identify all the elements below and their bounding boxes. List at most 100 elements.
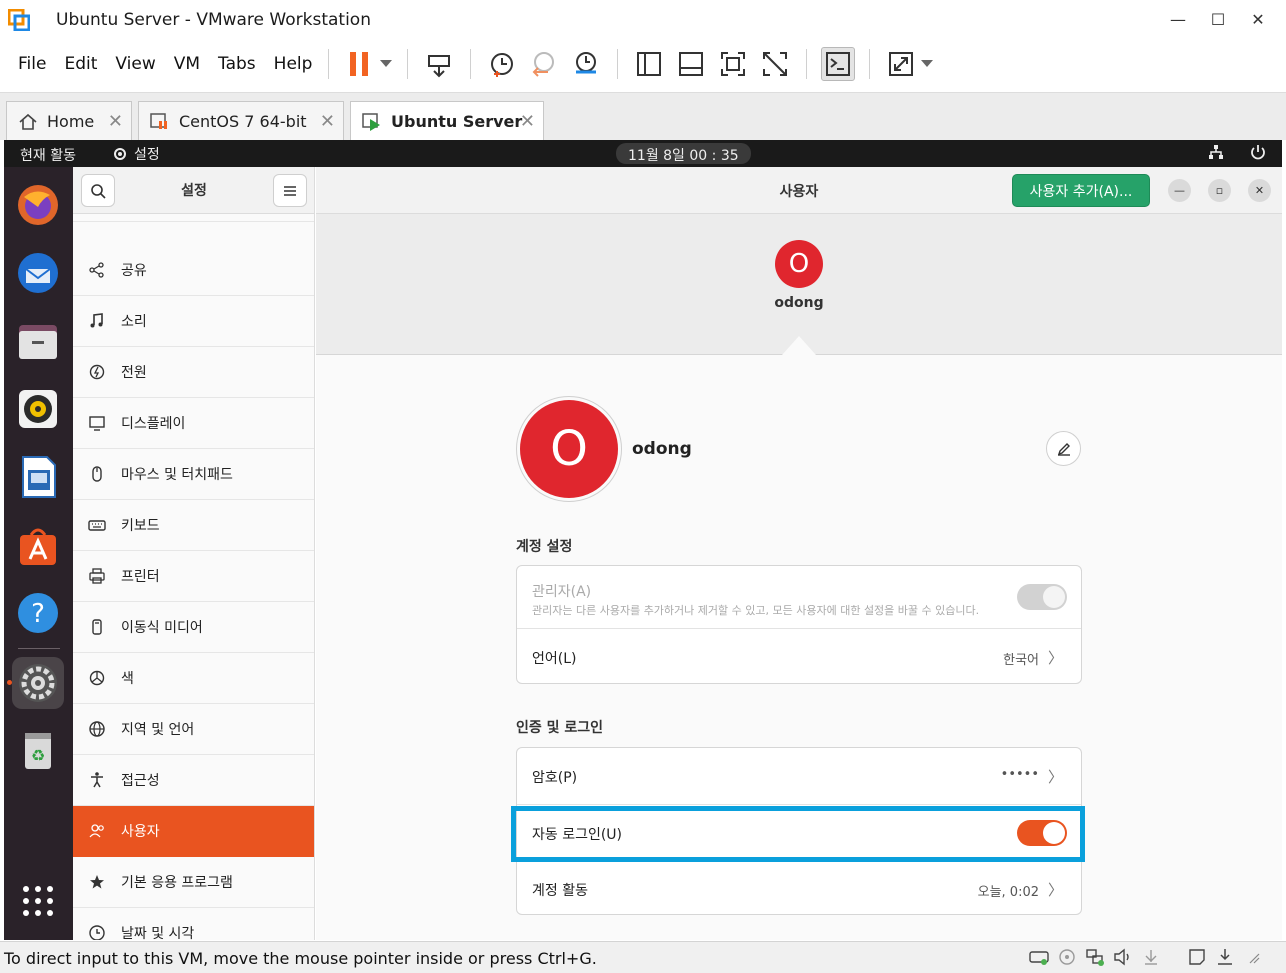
- app-center-icon[interactable]: [12, 519, 64, 571]
- account-activity-label: 계정 활동: [532, 883, 588, 899]
- firefox-icon[interactable]: [12, 179, 64, 231]
- chevron-down-icon[interactable]: [379, 47, 393, 81]
- snapshot-manager-icon[interactable]: [569, 47, 603, 81]
- share-icon: [87, 261, 107, 279]
- sidebar-item-star[interactable]: 기본 응용 프로그램: [73, 857, 314, 908]
- sidebar-item-label: 기본 응용 프로그램: [121, 875, 233, 891]
- password-row[interactable]: 암호(P) ••••• 〉: [517, 748, 1081, 804]
- user-carousel: O odong: [316, 214, 1282, 355]
- usb-device-icon[interactable]: [1140, 946, 1162, 968]
- resize-grip-icon[interactable]: [1242, 946, 1264, 968]
- gear-icon: [114, 148, 126, 160]
- sidebar-item-removable-media[interactable]: 이동식 미디어: [73, 602, 314, 653]
- chevron-down-icon[interactable]: [920, 47, 934, 81]
- download-icon[interactable]: [1214, 946, 1236, 968]
- menu-tabs[interactable]: Tabs: [218, 54, 256, 74]
- network-adapter-icon[interactable]: [1084, 946, 1106, 968]
- hard-disk-icon[interactable]: [1028, 946, 1050, 968]
- sidebar-item-music-note[interactable]: 소리: [73, 296, 314, 347]
- revert-snapshot-icon[interactable]: [527, 47, 561, 81]
- menu-help[interactable]: Help: [274, 54, 313, 74]
- close-tab-icon[interactable]: ✕: [108, 111, 123, 132]
- minimize-app-button[interactable]: —: [1168, 179, 1191, 202]
- account-settings-card: 관리자(A) 관리자는 다른 사용자를 추가하거나 제거할 수 있고, 모든 사…: [516, 565, 1082, 684]
- sidebar-item-keyboard[interactable]: 키보드: [73, 500, 314, 551]
- close-app-button[interactable]: ✕: [1248, 179, 1271, 202]
- vm-tab-bar: Home ✕ CentOS 7 64-bit ✕ Ubuntu Server ✕: [0, 92, 1286, 141]
- console-view-icon[interactable]: [821, 47, 856, 81]
- removable-media-icon: [87, 618, 107, 636]
- libreoffice-writer-icon[interactable]: [12, 451, 64, 503]
- rhythmbox-icon[interactable]: [12, 383, 64, 435]
- account-activity-row[interactable]: 계정 활동 오늘, 0:02 〉: [517, 860, 1081, 915]
- sidebar-item-label: 지역 및 언어: [121, 722, 195, 738]
- sidebar-item-power[interactable]: 전원: [73, 347, 314, 398]
- auth-login-heading: 인증 및 로그인: [516, 720, 604, 736]
- sidebar-item-label: 공유: [121, 263, 147, 279]
- thumbnail-bar-icon[interactable]: [674, 47, 708, 81]
- message-log-icon[interactable]: [1186, 946, 1208, 968]
- full-screen-icon[interactable]: [716, 47, 750, 81]
- password-label: 암호(P): [532, 770, 578, 786]
- app-menu[interactable]: 설정: [112, 144, 160, 164]
- tab-label: Ubuntu Server: [391, 112, 523, 131]
- unity-mode-icon[interactable]: [758, 47, 792, 81]
- menu-vm[interactable]: VM: [174, 54, 200, 74]
- sidebar-item-mouse[interactable]: 마우스 및 터치패드: [73, 449, 314, 500]
- minimize-button[interactable]: —: [1158, 6, 1198, 32]
- activities-button[interactable]: 현재 활동: [20, 145, 76, 165]
- display-icon: [87, 414, 107, 432]
- language-row[interactable]: 언어(L) 한국어 〉: [517, 628, 1081, 684]
- add-user-button[interactable]: 사용자 추가(A)...: [1012, 174, 1150, 207]
- tab-centos[interactable]: CentOS 7 64-bit ✕: [138, 101, 344, 141]
- menu-button[interactable]: [273, 174, 307, 207]
- tab-home[interactable]: Home ✕: [6, 101, 132, 141]
- sidebar-item-users[interactable]: 사용자: [73, 806, 314, 857]
- menu-file[interactable]: File: [18, 54, 46, 74]
- sound-card-icon[interactable]: [1112, 946, 1134, 968]
- home-icon: [17, 111, 39, 133]
- close-tab-icon[interactable]: ✕: [320, 111, 335, 132]
- close-tab-icon[interactable]: ✕: [520, 111, 535, 132]
- stretch-guest-icon[interactable]: [884, 47, 918, 81]
- sidebar-header: 설정: [73, 167, 314, 214]
- show-library-icon[interactable]: [632, 47, 666, 81]
- user-avatar-button[interactable]: O: [516, 396, 622, 502]
- trash-icon[interactable]: ♻: [12, 725, 64, 777]
- clock-icon: [87, 924, 107, 940]
- sidebar-item-label: 키보드: [121, 518, 160, 534]
- tab-ubuntu-server[interactable]: Ubuntu Server ✕: [350, 101, 544, 141]
- snapshot-icon[interactable]: [485, 47, 519, 81]
- edit-name-button[interactable]: [1046, 431, 1081, 466]
- menubar: File Edit View VM Tabs Help: [0, 40, 1286, 88]
- keyboard-icon: [87, 516, 107, 534]
- sidebar-item-color[interactable]: 색: [73, 653, 314, 704]
- sidebar-item-accessibility[interactable]: 접근성: [73, 755, 314, 806]
- close-window-button[interactable]: ✕: [1238, 6, 1278, 32]
- sidebar-item-display[interactable]: 디스플레이: [73, 398, 314, 449]
- sidebar-item-label: 이동식 미디어: [121, 620, 203, 636]
- settings-icon[interactable]: [12, 657, 64, 709]
- show-apps-icon[interactable]: [12, 875, 64, 927]
- sidebar-item-globe[interactable]: 지역 및 언어: [73, 704, 314, 755]
- pause-vm-button[interactable]: [343, 47, 377, 81]
- network-icon[interactable]: [1208, 144, 1224, 164]
- maximize-button[interactable]: ☐: [1198, 6, 1238, 32]
- sidebar-item-clock[interactable]: 날짜 및 시각: [73, 908, 314, 940]
- hamburger-menu-icon: [284, 185, 296, 196]
- power-menu-icon[interactable]: [1250, 143, 1266, 165]
- sidebar-item-share[interactable]: 공유: [73, 245, 314, 296]
- help-icon[interactable]: ?: [12, 587, 64, 639]
- admin-toggle[interactable]: [1017, 584, 1067, 610]
- sidebar-item-label: 접근성: [121, 773, 160, 789]
- menu-view[interactable]: View: [115, 54, 155, 74]
- clock[interactable]: 11월 8일 00 : 35: [616, 143, 751, 164]
- cd-dvd-icon[interactable]: [1056, 946, 1078, 968]
- send-ctrl-alt-del-icon[interactable]: [422, 47, 456, 81]
- files-icon[interactable]: [12, 315, 64, 367]
- menu-edit[interactable]: Edit: [64, 54, 97, 74]
- restore-app-button[interactable]: ▫: [1208, 179, 1231, 202]
- carousel-avatar[interactable]: O: [775, 240, 823, 288]
- sidebar-item-printer[interactable]: 프린터: [73, 551, 314, 602]
- thunderbird-icon[interactable]: [12, 247, 64, 299]
